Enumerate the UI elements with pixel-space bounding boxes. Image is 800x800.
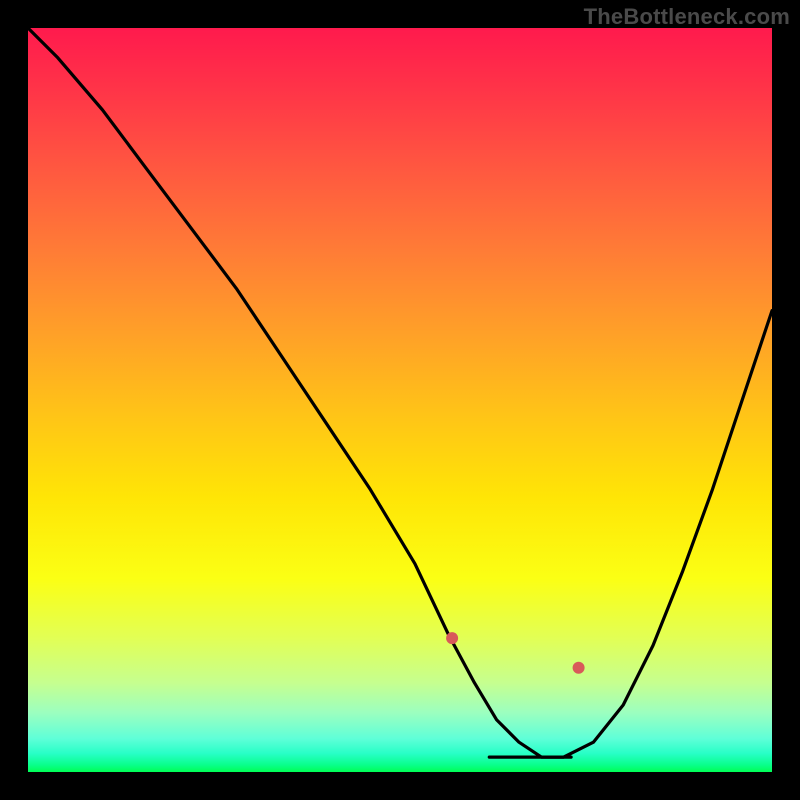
attribution-label: TheBottleneck.com [584,4,790,30]
bottleneck-curve [28,28,772,772]
plot-area [28,28,772,772]
marker-left [446,632,458,644]
chart-frame: TheBottleneck.com [0,0,800,800]
marker-right [573,662,585,674]
curve-path [28,28,772,757]
